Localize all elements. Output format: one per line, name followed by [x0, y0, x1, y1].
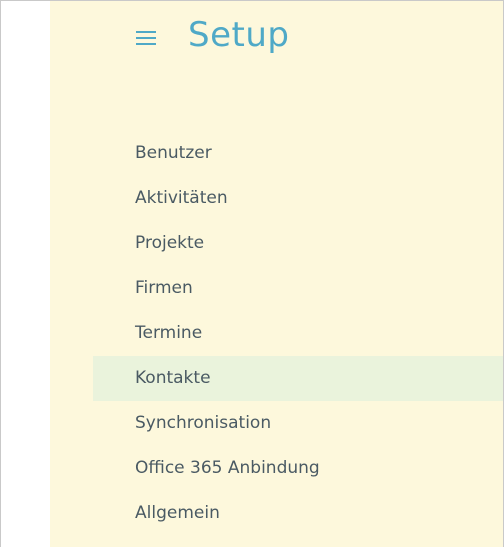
setup-panel: Setup Benutzer Aktivitäten Projekte Firm… [50, 1, 503, 547]
frame-border-left [0, 0, 1, 547]
menu-item-office-365-anbindung[interactable]: Office 365 Anbindung [93, 446, 503, 491]
menu-item-aktivitaeten[interactable]: Aktivitäten [93, 176, 503, 221]
setup-menu: Benutzer Aktivitäten Projekte Firmen Ter… [93, 131, 503, 536]
menu-item-kontakte[interactable]: Kontakte [93, 356, 503, 401]
menu-item-allgemein[interactable]: Allgemein [93, 491, 503, 536]
menu-item-firmen[interactable]: Firmen [93, 266, 503, 311]
setup-header: Setup [136, 5, 289, 65]
menu-item-termine[interactable]: Termine [93, 311, 503, 356]
hamburger-menu-icon[interactable] [136, 30, 156, 46]
menu-item-synchronisation[interactable]: Synchronisation [93, 401, 503, 446]
menu-item-projekte[interactable]: Projekte [93, 221, 503, 266]
menu-item-benutzer[interactable]: Benutzer [93, 131, 503, 176]
page-title: Setup [188, 15, 290, 55]
window-frame: Setup Benutzer Aktivitäten Projekte Firm… [0, 0, 504, 547]
